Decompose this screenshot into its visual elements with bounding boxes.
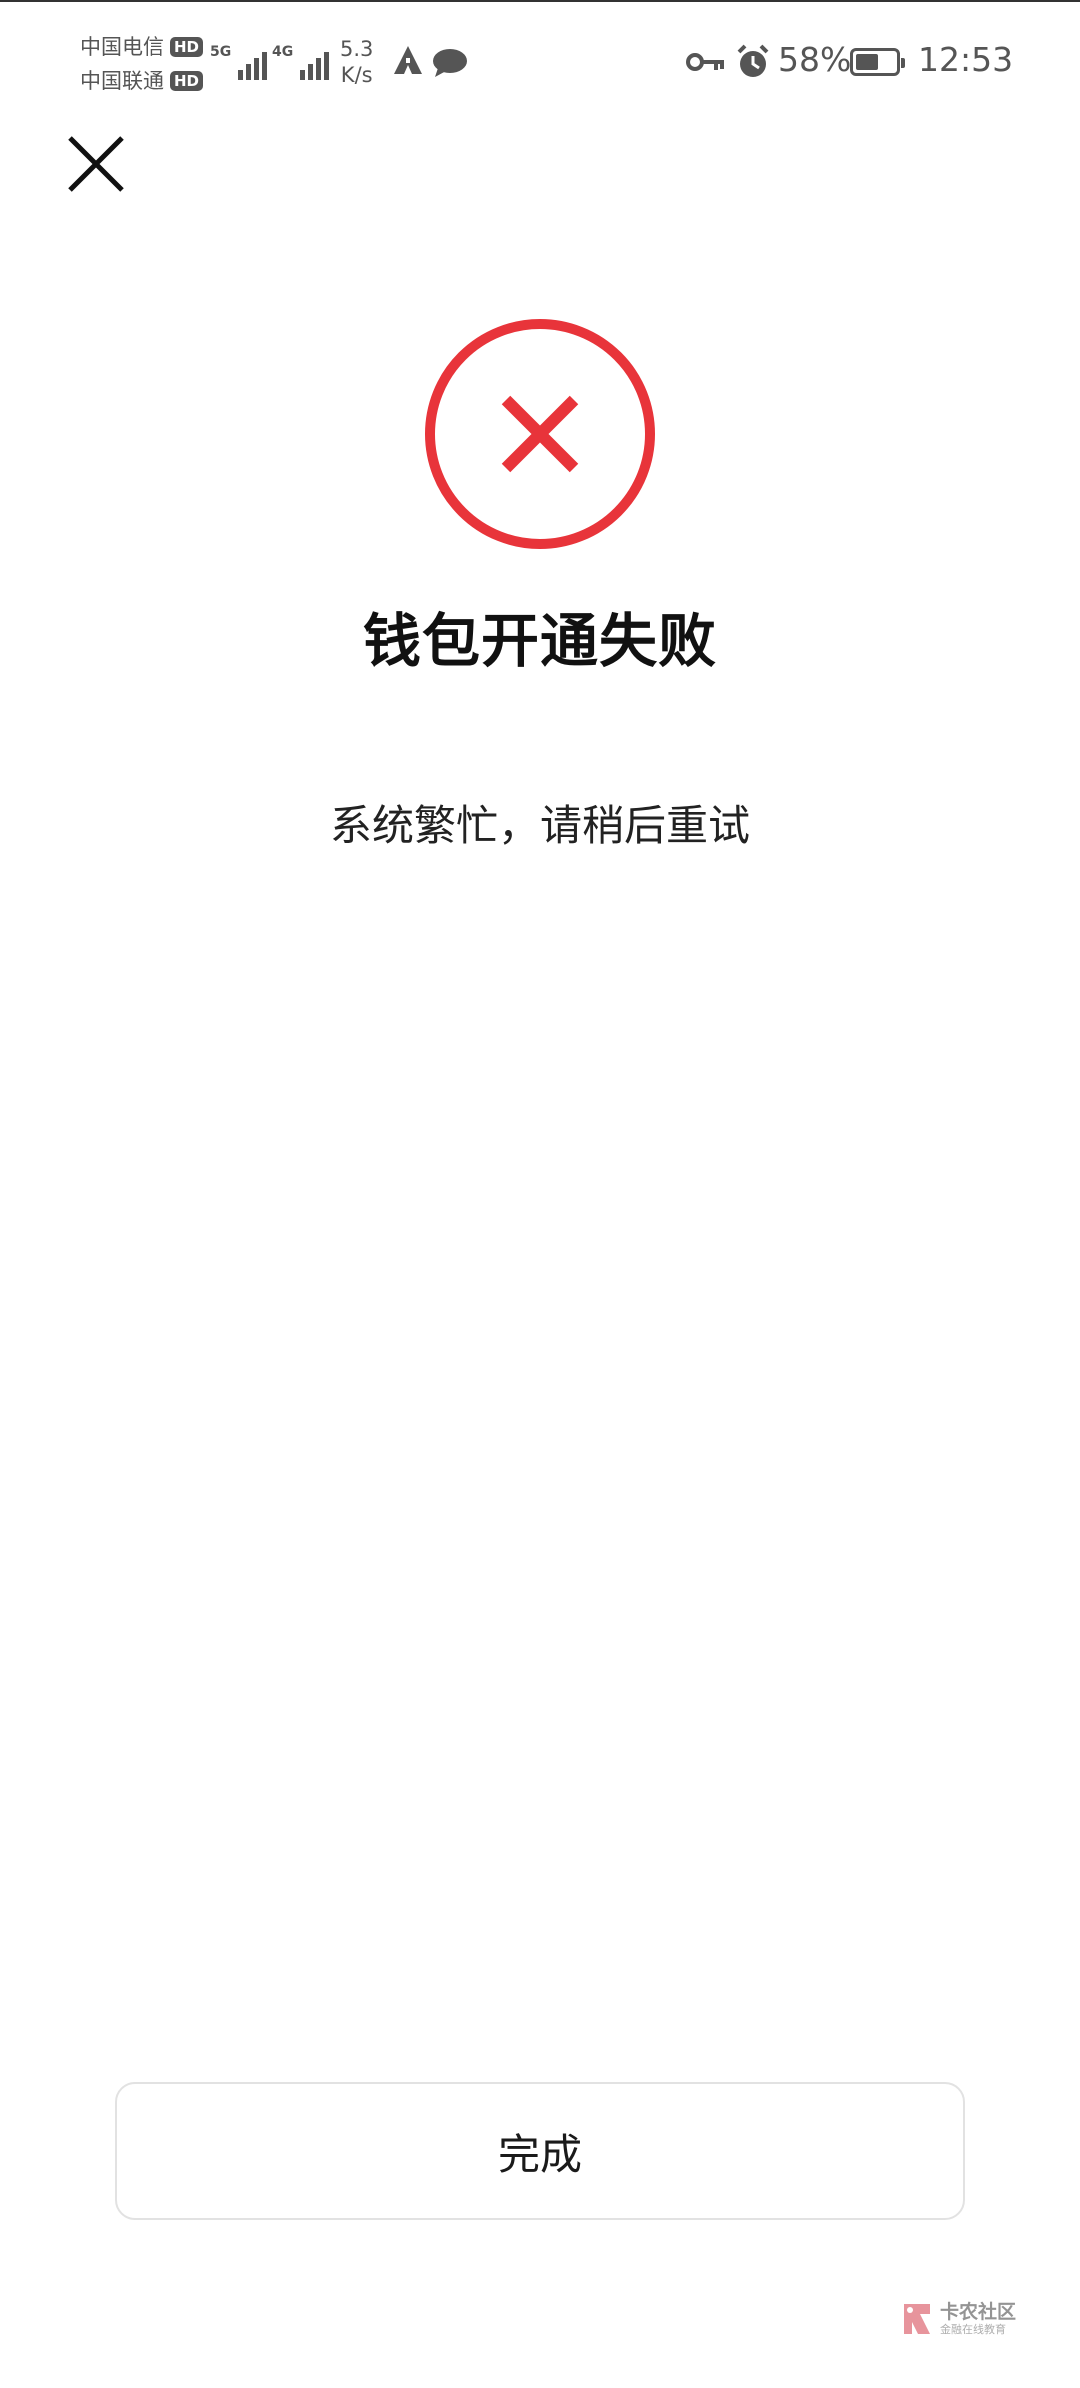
battery-level-fill	[856, 54, 878, 70]
error-circle-icon	[425, 319, 655, 549]
battery-percent: 58%	[778, 40, 852, 79]
watermark: 卡农社区 金融在线教育	[900, 2296, 1016, 2342]
carrier-1-label: 中国电信	[80, 35, 164, 59]
carrier-info: 中国电信 HD 中国联通 HD	[80, 30, 204, 98]
network-speed: 5.3 K/s	[340, 36, 373, 88]
result-message: 系统繁忙，请稍后重试	[329, 801, 750, 850]
hd-badge-1: HD	[170, 37, 204, 57]
close-icon	[68, 136, 124, 192]
result-title: 钱包开通失败	[362, 607, 717, 675]
hd-badge-2: HD	[170, 71, 204, 91]
close-button[interactable]	[66, 134, 126, 194]
network-4g-label: 4G	[272, 44, 294, 60]
speed-unit: K/s	[340, 63, 373, 87]
signal-5g-icon: 5G	[210, 40, 268, 80]
clock: 12:53	[918, 40, 1014, 79]
watermark-main-text: 卡农社区	[940, 2301, 1017, 2323]
speed-value: 5.3	[340, 37, 374, 61]
app-a-icon	[394, 46, 422, 74]
alarm-icon	[737, 44, 769, 77]
battery-icon	[850, 48, 905, 76]
signal-4g-icon: 4G	[272, 40, 330, 80]
watermark-sub-text: 金融在线教育	[940, 2323, 1006, 2336]
watermark-logo-icon	[904, 2304, 930, 2334]
network-5g-label: 5G	[210, 44, 232, 60]
done-button[interactable]: 完成	[115, 2082, 965, 2220]
vpn-key-icon	[686, 53, 724, 71]
carrier-2-label: 中国联通	[80, 69, 164, 93]
status-bar: 中国电信 HD 中国联通 HD 5G 4G 5.3 K/s 58% 12:53	[0, 0, 1080, 120]
message-icon	[433, 49, 467, 77]
